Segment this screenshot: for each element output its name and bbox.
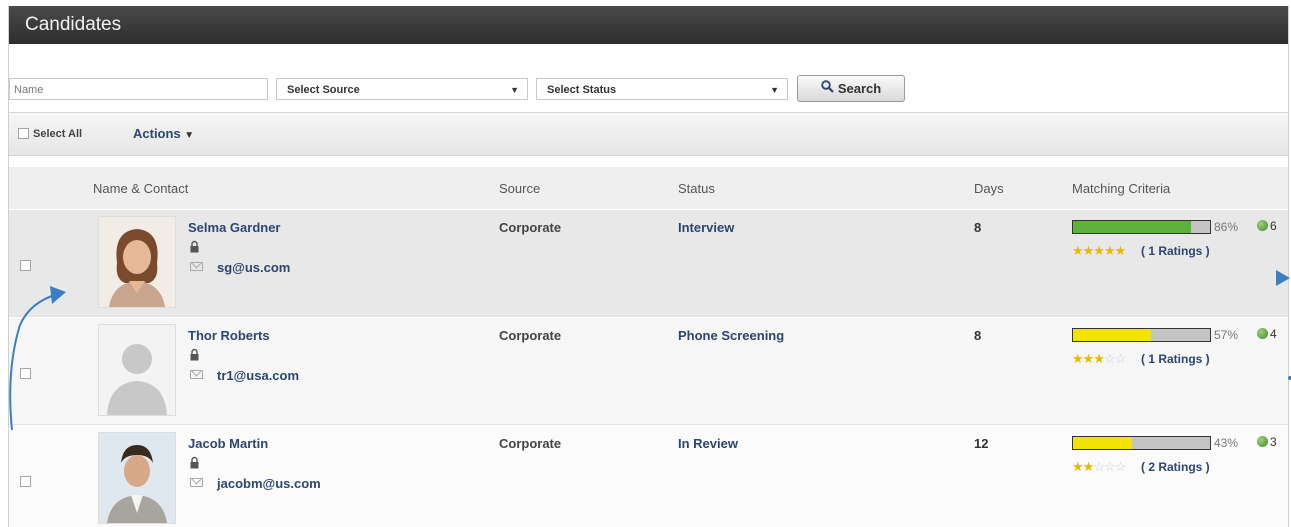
candidate-status[interactable]: In Review	[678, 436, 738, 451]
search-button-label: Search	[837, 81, 882, 96]
search-icon	[821, 76, 834, 101]
page-title: Candidates	[9, 6, 1288, 44]
match-progress-fill	[1073, 437, 1132, 449]
match-progress-bar	[1072, 220, 1211, 234]
candidate-name[interactable]: Thor Roberts	[188, 328, 270, 343]
avatar	[98, 432, 176, 524]
match-progress-bar	[1072, 328, 1211, 342]
candidate-source: Corporate	[499, 328, 562, 343]
candidate-days: 12	[974, 436, 989, 451]
name-field[interactable]	[9, 78, 268, 100]
chevron-down-icon: ▼	[510, 85, 519, 95]
header-days[interactable]: Days	[974, 181, 1004, 196]
filter-bar: Select Source ▼ Select Status ▼ Search	[9, 75, 1288, 104]
lock-icon	[190, 240, 199, 258]
candidate-source: Corporate	[499, 436, 562, 451]
info-icon	[1257, 436, 1268, 447]
list-toolbar: Select All Actions ▼	[9, 112, 1288, 156]
status-select-value: Select Status	[547, 84, 617, 96]
rating-stars[interactable]: ★★☆☆☆	[1072, 459, 1126, 475]
info-count: 4	[1270, 327, 1277, 341]
candidate-days: 8	[974, 220, 982, 235]
mail-icon	[190, 478, 203, 487]
candidate-status[interactable]: Interview	[678, 220, 734, 235]
mail-icon	[190, 262, 203, 271]
info-icon	[1257, 328, 1268, 339]
chevron-down-icon: ▼	[770, 85, 779, 95]
info-badge[interactable]: 6	[1257, 219, 1277, 233]
table-row[interactable]: Thor Roberts tr1@usa.com Corporate Phone…	[9, 318, 1288, 425]
rating-stars[interactable]: ★★★★★	[1072, 243, 1126, 259]
info-count: 3	[1270, 435, 1277, 449]
candidate-source: Corporate	[499, 220, 562, 235]
mail-icon	[190, 370, 203, 379]
rating-stars[interactable]: ★★★☆☆	[1072, 351, 1126, 367]
ratings-count[interactable]: ( 1 Ratings )	[1141, 352, 1210, 366]
search-button[interactable]: Search	[797, 75, 905, 102]
info-count: 6	[1270, 219, 1277, 233]
ratings-count[interactable]: ( 2 Ratings )	[1141, 460, 1210, 474]
table-row[interactable]: Selma Gardner sg@us.com Corporate Interv…	[9, 210, 1288, 317]
match-percent: 86%	[1214, 220, 1239, 234]
header-matching-criteria[interactable]: Matching Criteria	[1072, 181, 1170, 196]
source-select-value: Select Source	[287, 84, 360, 96]
row-checkbox[interactable]	[20, 368, 31, 379]
lock-icon	[190, 348, 199, 366]
source-select[interactable]: Select Source ▼	[276, 78, 528, 100]
chevron-down-icon: ▼	[184, 130, 195, 141]
candidate-email[interactable]: tr1@usa.com	[217, 368, 299, 383]
header-name-contact[interactable]: Name & Contact	[93, 181, 188, 196]
match-percent: 57%	[1214, 328, 1239, 342]
select-all-checkbox[interactable]	[18, 128, 29, 139]
status-select[interactable]: Select Status ▼	[536, 78, 788, 100]
header-source[interactable]: Source	[499, 181, 540, 196]
actions-menu[interactable]: Actions ▼	[133, 126, 194, 141]
candidate-status[interactable]: Phone Screening	[678, 328, 784, 343]
avatar	[98, 216, 176, 308]
match-progress-fill	[1073, 329, 1152, 341]
row-checkbox[interactable]	[20, 260, 31, 271]
candidate-name[interactable]: Jacob Martin	[188, 436, 268, 451]
match-percent: 43%	[1214, 436, 1239, 450]
match-progress-fill	[1073, 221, 1191, 233]
header-status[interactable]: Status	[678, 181, 715, 196]
info-icon	[1257, 220, 1268, 231]
candidates-panel: Candidates Select Source ▼ Select Status…	[8, 6, 1289, 527]
lock-icon	[190, 456, 199, 474]
candidate-email[interactable]: jacobm@us.com	[217, 476, 321, 491]
candidate-email[interactable]: sg@us.com	[217, 260, 290, 275]
name-input[interactable]	[10, 80, 267, 100]
select-all[interactable]: Select All	[18, 128, 82, 140]
actions-label: Actions	[133, 126, 181, 141]
info-badge[interactable]: 3	[1257, 435, 1277, 449]
table-header: Name & Contact Source Status Days Matchi…	[9, 167, 1288, 209]
match-progress-bar	[1072, 436, 1211, 450]
row-checkbox[interactable]	[20, 476, 31, 487]
ratings-count[interactable]: ( 1 Ratings )	[1141, 244, 1210, 258]
info-badge[interactable]: 4	[1257, 327, 1277, 341]
candidate-days: 8	[974, 328, 982, 343]
table-row[interactable]: Jacob Martin jacobm@us.com Corporate In …	[9, 426, 1288, 527]
candidate-name[interactable]: Selma Gardner	[188, 220, 281, 235]
select-all-label: Select All	[33, 128, 83, 140]
avatar	[98, 324, 176, 416]
